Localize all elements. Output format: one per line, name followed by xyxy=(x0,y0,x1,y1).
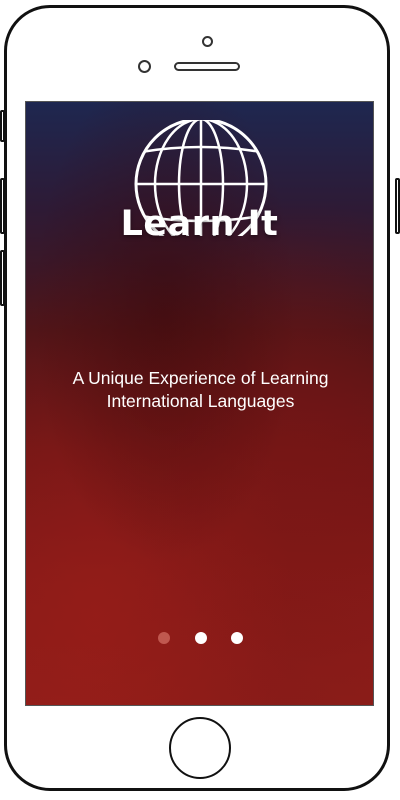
front-camera xyxy=(138,60,151,73)
power-button xyxy=(395,178,400,234)
tagline: A Unique Experience of Learning Internat… xyxy=(46,367,355,413)
page-dot-3[interactable] xyxy=(231,632,243,644)
tagline-line-1: A Unique Experience of Learning xyxy=(72,368,329,388)
tagline-line-2: International Languages xyxy=(106,391,295,411)
mute-switch xyxy=(0,110,5,142)
proximity-sensor xyxy=(202,36,213,47)
splash-screen: Learn It A Unique Experience of Learning… xyxy=(25,101,374,706)
app-title: Learn It xyxy=(120,204,279,244)
home-button[interactable] xyxy=(169,717,231,779)
volume-down-button xyxy=(0,250,5,306)
earpiece-speaker xyxy=(174,62,240,71)
page-indicator xyxy=(26,632,373,646)
page-dot-1[interactable] xyxy=(158,632,170,644)
volume-up-button xyxy=(0,178,5,234)
page-dot-2[interactable] xyxy=(195,632,207,644)
